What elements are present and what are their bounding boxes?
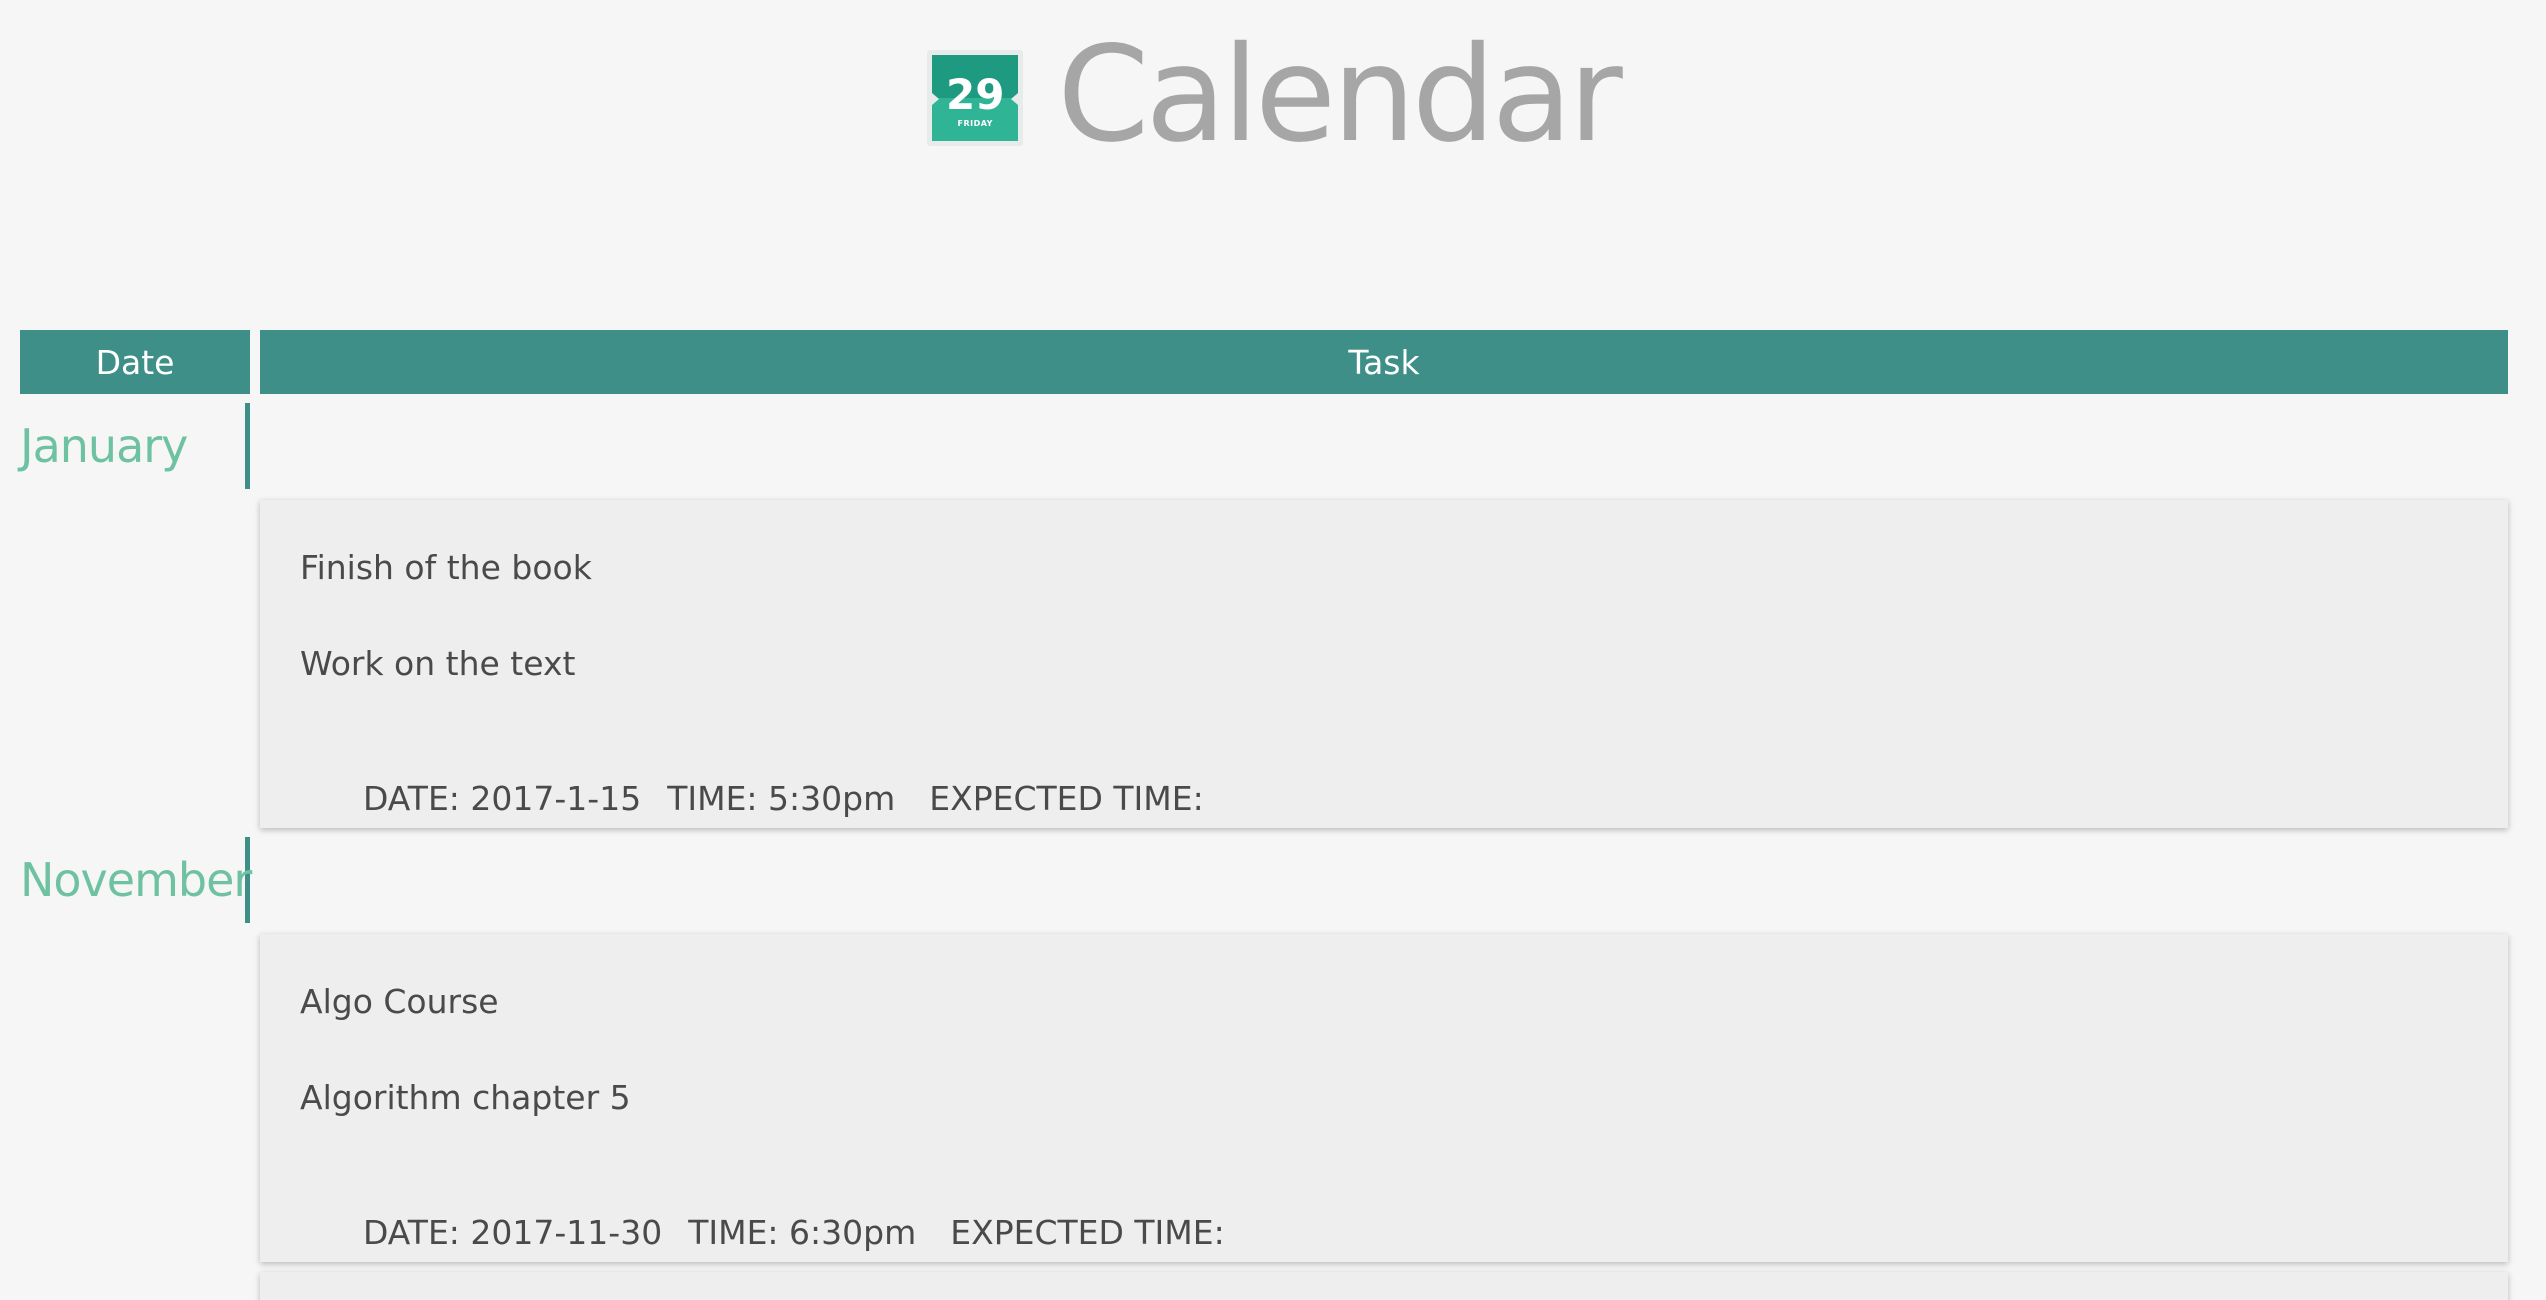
calendar-icon-weekday: FRIDAY	[957, 118, 993, 128]
calendar-icon-notch-left	[932, 93, 940, 105]
calendar-icon-day: 29	[945, 69, 1005, 119]
task-title: Algo Course	[300, 982, 499, 1021]
month-label-january: January	[20, 403, 250, 489]
task-meta: DATE: 2017-1-15 TIME: 5:30pm EXPECTED TIME…	[300, 740, 1230, 857]
task-date: DATE: 2017-11-30	[362, 1213, 663, 1252]
calendar-page: 29 FRIDAY Calendar Date Task January Fin…	[0, 0, 2546, 1300]
task-column-header: Task	[260, 330, 2508, 394]
calendar-icon: 29 FRIDAY	[927, 50, 1024, 146]
calendar-icon-notch-right	[1011, 93, 1019, 105]
task-time: TIME: 5:30pm	[667, 779, 896, 818]
task-description: Work on the text	[300, 644, 576, 683]
month-label-november: November	[20, 837, 252, 923]
page-title: Calendar	[1057, 18, 1623, 172]
task-card-partial[interactable]	[260, 1272, 2508, 1300]
task-time: TIME: 6:30pm	[688, 1213, 917, 1252]
task-card[interactable]: Finish of the book Work on the text DATE…	[260, 500, 2508, 828]
task-card[interactable]: Algo Course Algorithm chapter 5 DATE: 20…	[260, 934, 2508, 1262]
task-date: DATE: 2017-1-15	[362, 779, 642, 818]
app-header: 29 FRIDAY Calendar	[0, 18, 2546, 172]
task-expected-time: EXPECTED TIME:	[929, 779, 1204, 818]
calendar-icon-face: 29 FRIDAY	[932, 55, 1019, 141]
task-expected-time: EXPECTED TIME:	[950, 1213, 1225, 1252]
task-description: Algorithm chapter 5	[300, 1078, 631, 1117]
task-title: Finish of the book	[300, 548, 592, 587]
date-column-header: Date	[20, 330, 250, 394]
